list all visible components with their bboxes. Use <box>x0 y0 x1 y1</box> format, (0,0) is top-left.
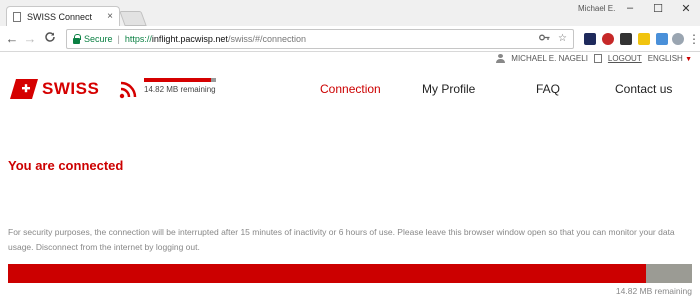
secure-label: Secure <box>84 34 113 44</box>
back-button[interactable]: ← <box>4 31 20 47</box>
data-quota-indicator: 14.82 MB remaining <box>144 78 216 94</box>
data-usage-bar-fill <box>8 264 647 283</box>
language-label: ENGLISH <box>647 54 683 63</box>
lock-icon <box>73 33 81 44</box>
swiss-logo[interactable]: SWISS <box>10 79 99 99</box>
browser-menu-icon[interactable]: ⋮ <box>686 31 700 47</box>
quota-bar-fill <box>144 78 211 82</box>
window-user-name[interactable]: Michael E. <box>578 4 615 13</box>
browser-titlebar: SWISS Connect × Michael E. – ☐ ✕ <box>0 0 700 26</box>
data-usage-label: 14.82 MB remaining <box>615 286 692 296</box>
nav-connection[interactable]: Connection <box>320 82 381 96</box>
data-usage-bar <box>8 264 692 283</box>
logout-link[interactable]: LOGOUT <box>608 54 642 63</box>
bookmark-star-icon[interactable]: ☆ <box>558 33 567 45</box>
address-separator: | <box>117 34 120 44</box>
address-bar[interactable]: Secure | https:// inflight.pacwisp.net /… <box>66 29 574 49</box>
person-icon <box>496 54 506 63</box>
extension-3-icon[interactable] <box>620 33 632 45</box>
maximize-button[interactable]: ☐ <box>648 2 668 15</box>
language-selector[interactable]: ENGLISH ▼ <box>648 54 692 63</box>
quota-text: 14.82 MB remaining <box>144 85 216 94</box>
browser-toolbar: ← → Secure | https:// inflight.pacwisp.n… <box>0 26 700 52</box>
reload-button[interactable] <box>42 31 58 47</box>
logout-icon[interactable] <box>593 54 602 63</box>
nav-my-profile[interactable]: My Profile <box>422 82 475 96</box>
brand-name: SWISS <box>42 79 100 98</box>
extension-1-icon[interactable] <box>584 33 596 45</box>
reload-icon <box>45 32 55 42</box>
tab-title: SWISS Connect <box>27 11 93 22</box>
extension-6-icon[interactable] <box>672 33 684 45</box>
forward-button[interactable]: → <box>22 31 38 47</box>
page-icon <box>13 11 21 22</box>
nav-contact-us[interactable]: Contact us <box>615 82 672 96</box>
connection-status-title: You are connected <box>8 158 124 173</box>
user-name: MICHAEL E. NAGELI <box>511 54 588 63</box>
wifi-icon <box>119 81 137 99</box>
extension-2-icon[interactable] <box>602 33 614 45</box>
new-tab-button[interactable] <box>119 11 147 26</box>
swiss-flag-tail-icon <box>10 79 38 99</box>
user-bar: MICHAEL E. NAGELI LOGOUT ENGLISH ▼ <box>496 54 692 63</box>
close-window-button[interactable]: ✕ <box>676 2 696 15</box>
url-host: inflight.pacwisp.net <box>151 34 228 44</box>
chevron-down-icon: ▼ <box>685 56 692 63</box>
url-path: /swiss/#/connection <box>227 34 306 44</box>
extension-5-icon[interactable] <box>656 33 668 45</box>
key-icon[interactable] <box>539 33 550 45</box>
extension-4-icon[interactable] <box>638 33 650 45</box>
tab-close-icon[interactable]: × <box>107 11 113 22</box>
browser-tab[interactable]: SWISS Connect × <box>6 6 120 26</box>
quota-bar <box>144 78 216 82</box>
minimize-button[interactable]: – <box>620 2 640 14</box>
nav-faq[interactable]: FAQ <box>536 82 560 96</box>
url-scheme: https:// <box>124 34 152 44</box>
security-info-text: For security purposes, the connection wi… <box>8 227 675 252</box>
